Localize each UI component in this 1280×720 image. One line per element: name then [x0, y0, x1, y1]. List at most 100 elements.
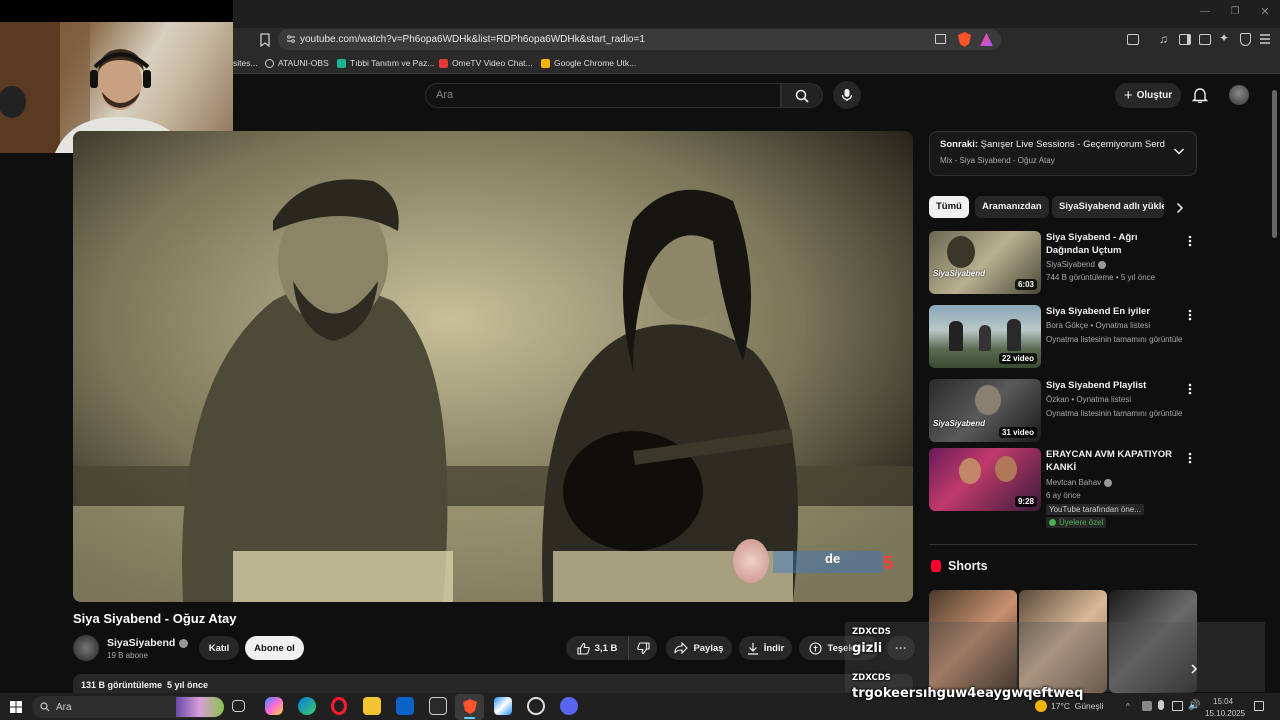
channel-avatar[interactable] — [73, 635, 99, 661]
close-window-button[interactable]: ✕ — [1258, 5, 1272, 19]
chat-username: ZDXCDS — [852, 627, 891, 637]
obs-icon[interactable] — [527, 697, 545, 715]
voice-search-button[interactable] — [833, 81, 861, 109]
recommended-title: Siya Siyabend - Ağrı Dağından Uçtum — [1046, 232, 1138, 256]
create-button[interactable]: + Oluştur — [1115, 83, 1181, 108]
join-button[interactable]: Katıl — [199, 636, 239, 660]
avatar[interactable] — [1229, 85, 1249, 105]
playlist-owner: Bora Gökçe • Oynatma listesi — [1046, 321, 1151, 330]
shorts-header: Shorts — [931, 559, 988, 573]
cast-icon[interactable] — [935, 34, 946, 44]
more-options-icon[interactable] — [1186, 234, 1194, 248]
channel-name[interactable]: SiyaSiyabend — [107, 637, 189, 649]
store-icon[interactable] — [429, 697, 447, 715]
site-info-icon[interactable] — [286, 34, 296, 44]
windows-start-icon[interactable] — [10, 701, 22, 713]
featured-badge: YouTube tarafından öne... — [1046, 504, 1144, 515]
tray-app-icon[interactable] — [1142, 701, 1152, 711]
duration-badge: 9:28 — [1014, 496, 1037, 507]
file-explorer-icon[interactable] — [363, 697, 381, 715]
wallet-icon[interactable] — [1199, 34, 1211, 45]
up-next-card[interactable] — [929, 131, 1197, 176]
chat-message: gizli — [852, 641, 883, 656]
task-view-icon[interactable] — [232, 700, 245, 712]
bookmark-item[interactable]: sites... — [233, 55, 258, 71]
join-label: Katıl — [208, 642, 230, 654]
notifications-button[interactable] — [1192, 87, 1208, 103]
scrollbar[interactable] — [1272, 90, 1277, 238]
url-text[interactable]: youtube.com/watch?v=Ph6opa6WDHk&list=RDP… — [300, 31, 1000, 49]
video-player[interactable]: de 5 — [73, 131, 913, 602]
chip-from-search[interactable]: Aramanızdan — [975, 196, 1049, 218]
chip-channel-uploads[interactable]: SiyaSiyabend adlı yükle — [1052, 196, 1164, 218]
copilot-icon[interactable] — [265, 697, 283, 715]
bookmark-item[interactable]: Google Chrome Utk... — [541, 55, 636, 71]
leo-ai-icon[interactable]: ✦ — [1219, 32, 1232, 45]
vpn-icon[interactable] — [1240, 33, 1251, 46]
views-and-date: 131 B görüntüleme 5 yıl önce — [81, 680, 209, 690]
chevron-down-icon[interactable] — [1173, 147, 1185, 156]
opera-icon[interactable] — [331, 697, 347, 715]
clock-time[interactable]: 15:04 — [1213, 697, 1233, 706]
app-icon[interactable] — [494, 697, 512, 715]
more-options-icon[interactable] — [1186, 382, 1194, 396]
playlist-thumbnail: SiyaSiyabend 31 video — [929, 379, 1041, 442]
notification-center-icon[interactable] — [1254, 701, 1264, 711]
volume-icon[interactable]: 🔊 — [1188, 700, 1200, 711]
download-button[interactable]: İndir — [739, 636, 792, 660]
extensions-icon[interactable] — [1127, 34, 1139, 45]
bookmark-item[interactable]: OmeTV Video Chat... — [439, 55, 533, 71]
search-input[interactable]: Ara — [425, 83, 781, 108]
sidebar-toggle-icon[interactable] — [1179, 34, 1191, 45]
weather-widget[interactable]: 17°C Güneşli — [1035, 700, 1104, 712]
members-icon — [1049, 519, 1056, 526]
subscribe-button[interactable]: Abone ol — [245, 636, 304, 660]
recommended-playlist[interactable]: SiyaSiyabend 31 video Siya Siyabend Play… — [929, 379, 1197, 447]
search-icon — [795, 89, 809, 103]
microphone-icon[interactable] — [1158, 700, 1164, 710]
recommended-meta: 6 ay önce — [1046, 491, 1081, 500]
video-title: Siya Siyabend - Oğuz Atay — [73, 611, 237, 626]
more-options-icon[interactable] — [1186, 451, 1194, 465]
view-playlist-link[interactable]: Oynatma listesinin tamamını görüntüle — [1046, 335, 1183, 344]
minimize-button[interactable]: — — [1198, 6, 1212, 20]
recommended-video[interactable]: SiyaSiyabend 6:03 Siya Siyabend - Ağrı D… — [929, 231, 1197, 299]
chip-all[interactable]: Tümü — [929, 196, 969, 218]
shorts-next-icon[interactable] — [1189, 664, 1199, 674]
clock-date[interactable]: 15.10.2025 — [1205, 709, 1245, 718]
music-icon[interactable]: ♫ — [1159, 33, 1171, 46]
maximize-button[interactable]: ❐ — [1228, 6, 1242, 20]
bookmark-item[interactable]: Tıbbi Tanıtım ve Paz... — [337, 55, 434, 71]
menu-icon[interactable] — [1259, 33, 1271, 45]
outlook-icon[interactable] — [396, 697, 414, 715]
bookmark-star-icon[interactable] — [259, 33, 271, 47]
globe-icon — [265, 58, 274, 68]
tray-chevron-icon[interactable]: ^ — [1126, 702, 1134, 711]
create-label: Oluştur — [1136, 90, 1173, 101]
microphone-icon — [841, 89, 853, 101]
discord-icon[interactable] — [560, 697, 578, 715]
edge-icon[interactable] — [298, 697, 316, 715]
view-playlist-link[interactable]: Oynatma listesinin tamamını görüntüle — [1046, 409, 1183, 418]
chevron-right-icon[interactable] — [1175, 202, 1185, 214]
taskbar-search[interactable]: Ara — [32, 696, 224, 718]
video-count-badge: 22 video — [998, 353, 1037, 364]
brave-taskbar-item[interactable] — [455, 694, 484, 720]
thumbs-down-icon — [636, 641, 650, 654]
video-count-badge: 31 video — [998, 427, 1037, 438]
more-options-icon[interactable] — [1186, 308, 1194, 322]
like-button[interactable]: 3,1 B — [566, 636, 629, 660]
recommended-channel: SiyaSiyabend — [1046, 260, 1095, 269]
bookmark-label: sites... — [233, 58, 258, 68]
search-button[interactable] — [781, 83, 823, 108]
verified-icon — [179, 638, 189, 648]
recommended-playlist[interactable]: 22 video Siya Siyabend En iyiler Bora Gö… — [929, 305, 1197, 373]
share-label: Paylaş — [693, 642, 724, 654]
search-icon — [40, 702, 50, 712]
bookmark-item[interactable]: ATAUNI-OBS — [265, 55, 329, 71]
dislike-button[interactable] — [629, 636, 657, 660]
share-button[interactable]: Paylaş — [666, 636, 732, 660]
channel-name-text: SiyaSiyabend — [107, 637, 176, 649]
recommended-video[interactable]: 9:28 ERAYCAN AVM KAPATIYOR KANKİ Mevtcan… — [929, 448, 1197, 530]
network-icon[interactable] — [1172, 701, 1183, 711]
